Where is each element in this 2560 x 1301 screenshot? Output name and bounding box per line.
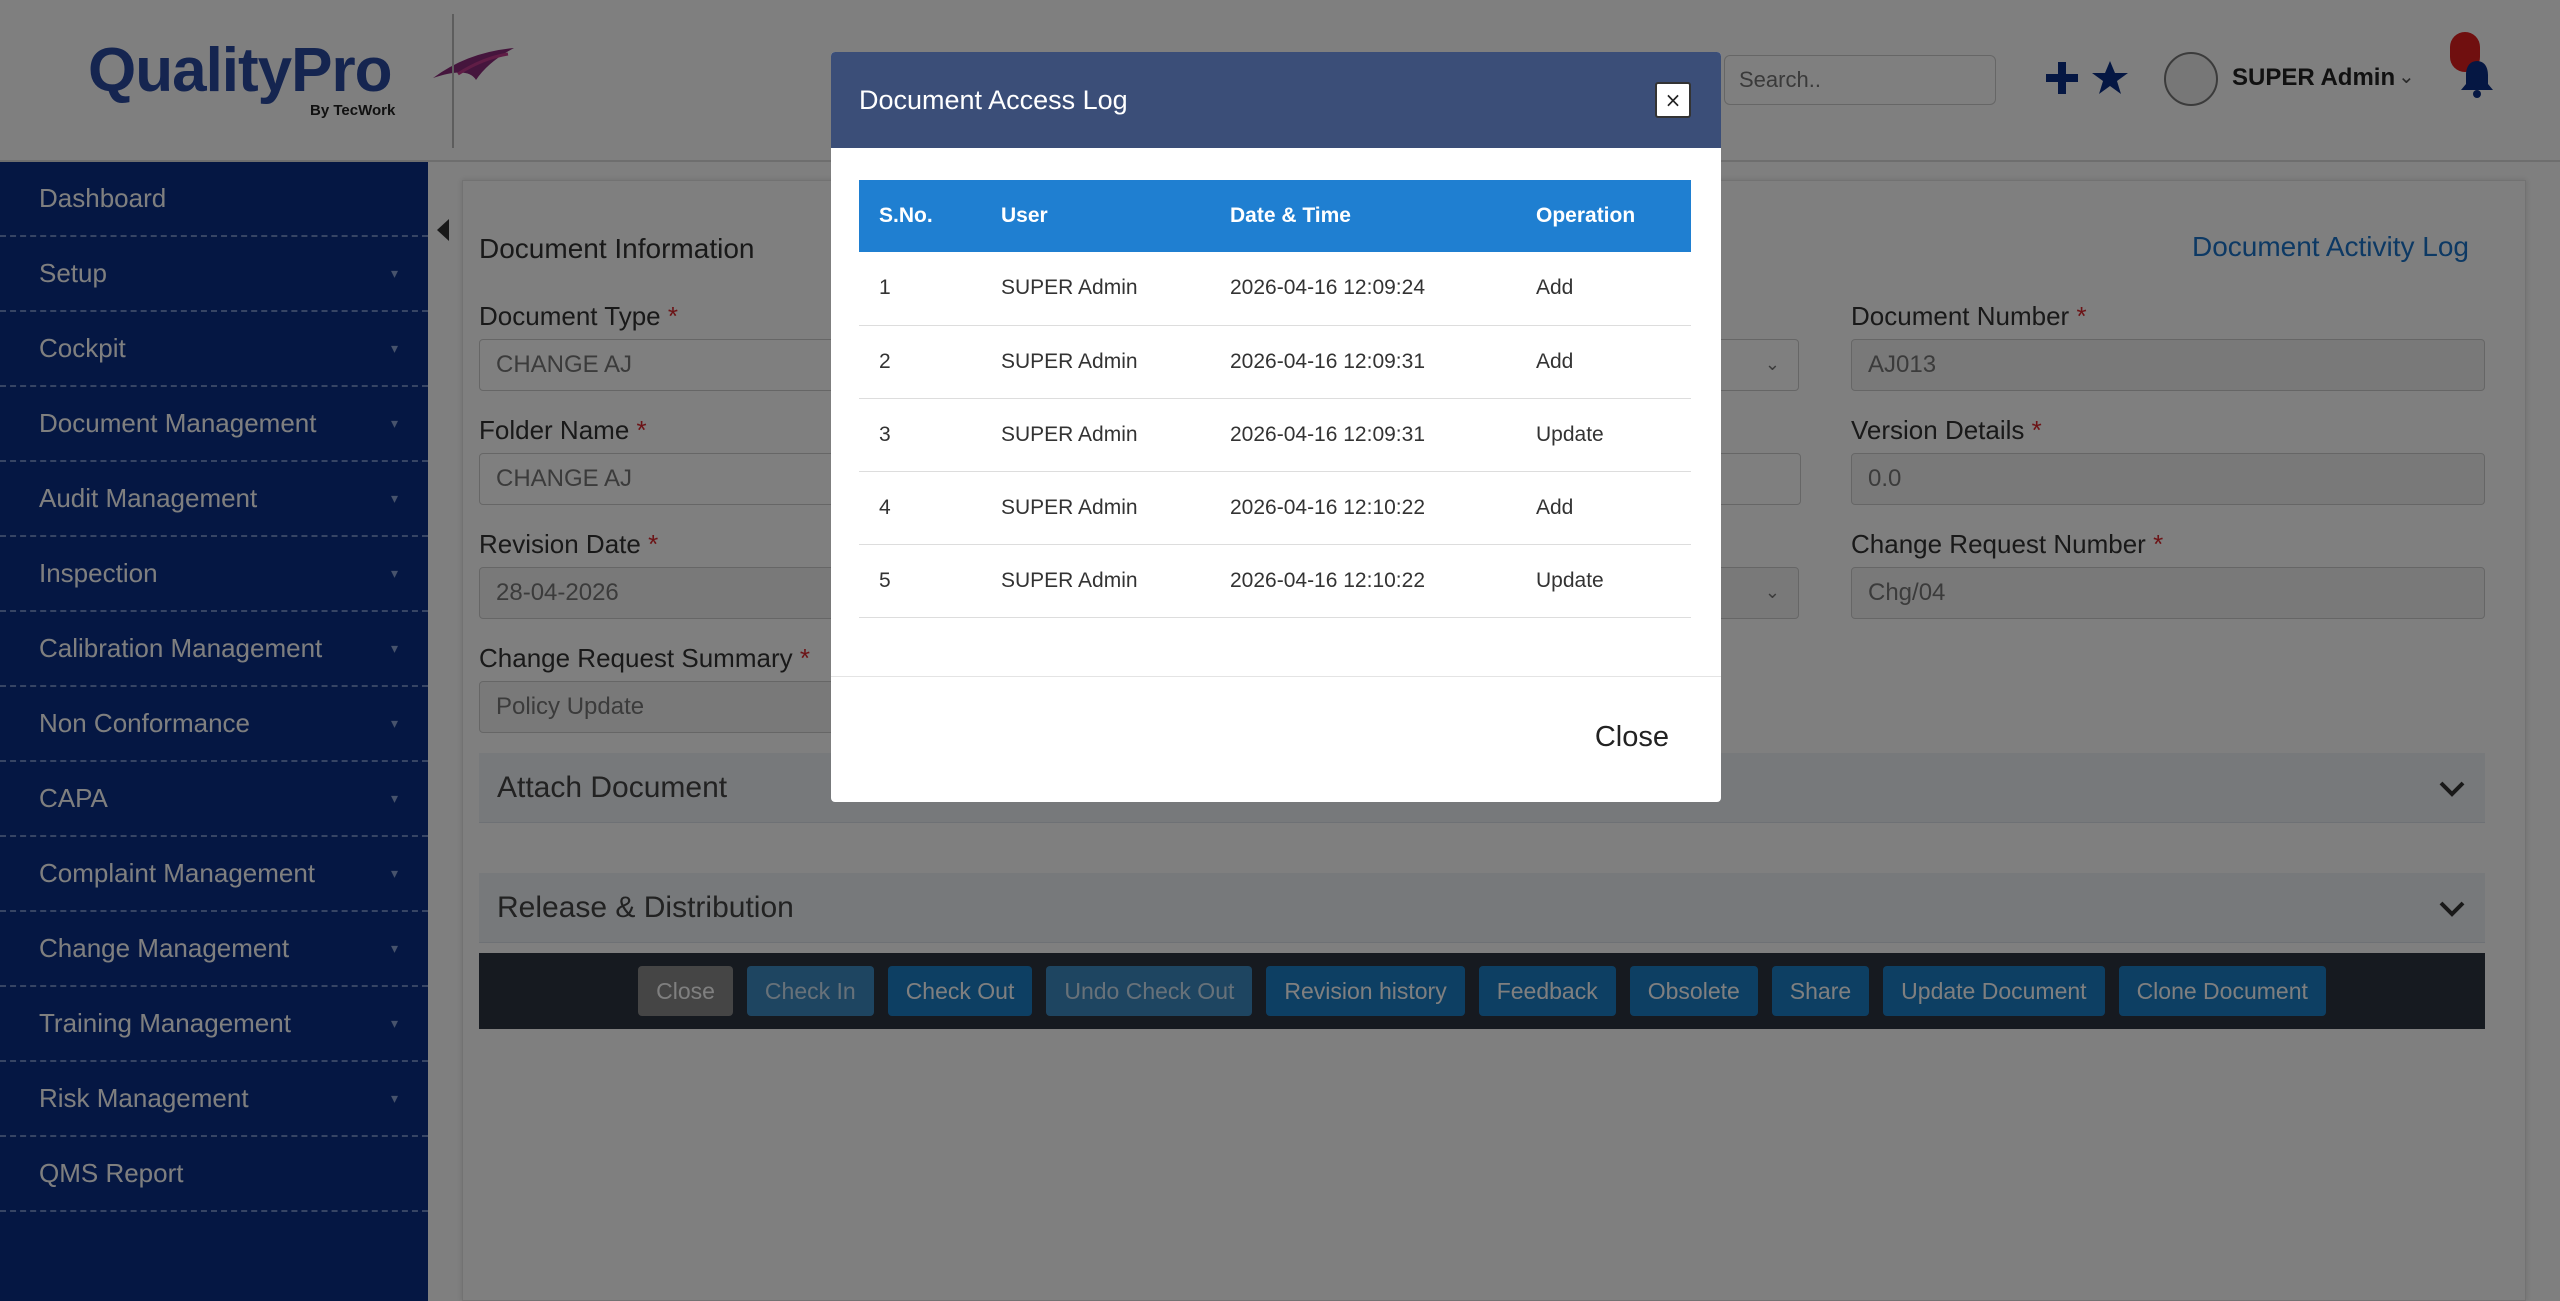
table-cell: Update xyxy=(1516,398,1691,472)
table-cell: Add xyxy=(1516,325,1691,399)
table-row: 2 SUPER Admin 2026-04-16 12:09:31 Add xyxy=(859,325,1691,399)
table-cell: SUPER Admin xyxy=(981,325,1210,399)
table-cell: SUPER Admin xyxy=(981,471,1210,545)
table-cell: Update xyxy=(1516,544,1691,618)
table-cell: 2026-04-16 12:09:31 xyxy=(1210,325,1516,399)
close-icon[interactable]: × xyxy=(1655,82,1691,118)
table-cell: 2026-04-16 12:10:22 xyxy=(1210,544,1516,618)
table-cell: 2026-04-16 12:10:22 xyxy=(1210,471,1516,545)
column-header: User xyxy=(981,180,1210,252)
modal-title: Document Access Log xyxy=(859,84,1128,115)
table-cell: 2 xyxy=(859,325,981,399)
table-row: 1 SUPER Admin 2026-04-16 12:09:24 Add xyxy=(859,252,1691,326)
table-cell: Add xyxy=(1516,471,1691,545)
access-log-table: S.No. User Date & Time Operation 1 SUPER… xyxy=(859,180,1691,618)
modal-close-button[interactable]: Close xyxy=(1595,721,1669,754)
modal-header: Document Access Log × xyxy=(831,52,1721,148)
table-row: 4 SUPER Admin 2026-04-16 12:10:22 Add xyxy=(859,471,1691,545)
table-cell: SUPER Admin xyxy=(981,544,1210,618)
table-cell: 1 xyxy=(859,252,981,326)
table-cell: SUPER Admin xyxy=(981,252,1210,326)
table-header-row: S.No. User Date & Time Operation xyxy=(859,180,1691,252)
table-cell: 2026-04-16 12:09:31 xyxy=(1210,398,1516,472)
table-cell: 3 xyxy=(859,398,981,472)
column-header: Date & Time xyxy=(1210,180,1516,252)
document-access-log-modal: Document Access Log × S.No. User Date & … xyxy=(831,52,1721,802)
modal-footer: Close xyxy=(831,676,1721,802)
column-header: Operation xyxy=(1516,180,1691,252)
table-cell: 2026-04-16 12:09:24 xyxy=(1210,252,1516,326)
table-cell: 5 xyxy=(859,544,981,618)
table-cell: 4 xyxy=(859,471,981,545)
table-row: 5 SUPER Admin 2026-04-16 12:10:22 Update xyxy=(859,544,1691,618)
table-cell: SUPER Admin xyxy=(981,398,1210,472)
table-row: 3 SUPER Admin 2026-04-16 12:09:31 Update xyxy=(859,398,1691,472)
column-header: S.No. xyxy=(859,180,981,252)
table-cell: Add xyxy=(1516,252,1691,326)
